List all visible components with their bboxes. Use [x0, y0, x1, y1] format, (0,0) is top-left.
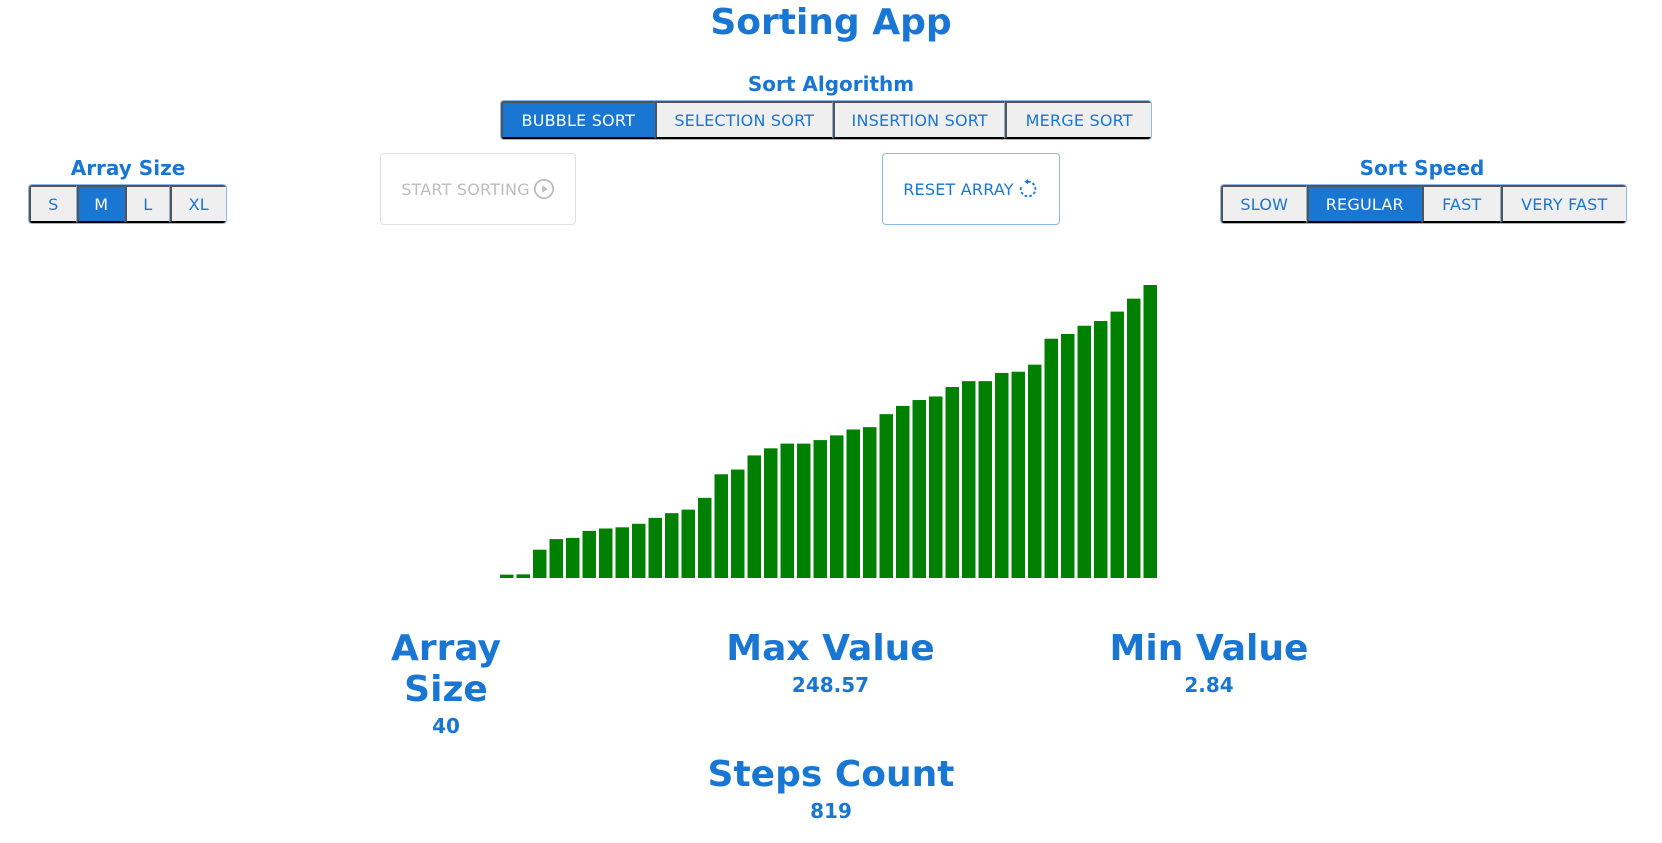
array-bar [747, 455, 761, 578]
array-bar [1011, 371, 1025, 578]
stat-array-size-value: 40 [432, 714, 460, 738]
array-bar [714, 474, 728, 578]
stat-array-size: Array Size 40 [346, 628, 546, 738]
array-bar [1061, 334, 1075, 578]
stat-max-value-value: 248.57 [791, 673, 870, 697]
speed-slow-button[interactable]: SLOW [1221, 185, 1307, 223]
array-bar [846, 429, 860, 578]
array-bar [1094, 321, 1108, 578]
stat-max-value-label: Max Value [726, 628, 935, 669]
array-bar [797, 443, 811, 578]
array-bar [945, 387, 959, 578]
size-xl-button[interactable]: XL [169, 185, 226, 223]
array-bar [780, 443, 794, 578]
array-bar [863, 427, 877, 578]
array-bar [615, 527, 629, 578]
array-bar [764, 448, 778, 578]
array-bar [681, 509, 695, 578]
stat-min-value: Min Value 2.84 [1099, 628, 1319, 697]
speed-very-fast-button[interactable]: VERY FAST [1500, 185, 1626, 223]
array-bar [566, 537, 580, 578]
stat-steps-count-label: Steps Count [707, 754, 955, 795]
bubble-sort-button[interactable]: BUBBLE SORT [501, 101, 655, 139]
stat-max-value: Max Value 248.57 [718, 628, 943, 697]
app-title: Sorting App [710, 2, 952, 43]
array-bar [962, 381, 976, 578]
play-circle-icon [533, 178, 554, 200]
array-bar [1143, 285, 1157, 578]
selection-sort-button[interactable]: SELECTION SORT [654, 101, 833, 139]
array-bar [1028, 364, 1042, 578]
start-sorting-label: START SORTING [401, 179, 530, 199]
sort-algorithm-label: Sort Algorithm [747, 72, 915, 96]
array-bar [549, 539, 563, 578]
array-bar [1044, 338, 1058, 578]
array-size-button-group: S M L XL [28, 184, 227, 224]
array-bar [995, 372, 1009, 578]
start-sorting-button[interactable]: START SORTING [380, 153, 576, 225]
array-bar [582, 530, 596, 578]
stat-min-value-value: 2.84 [1184, 673, 1234, 697]
array-bar [632, 523, 646, 578]
array-bar [912, 400, 926, 578]
stat-min-value-label: Min Value [1109, 628, 1309, 669]
array-bar [896, 405, 910, 578]
algorithm-button-group: BUBBLE SORT SELECTION SORT INSERTION SOR… [500, 100, 1152, 140]
array-bar-chart [500, 285, 1157, 578]
array-bar [1077, 325, 1091, 578]
size-s-button[interactable]: S [29, 185, 77, 223]
array-bar [879, 414, 893, 578]
stat-array-size-label: Array Size [390, 628, 502, 710]
array-bar [533, 549, 547, 578]
refresh-icon [1019, 178, 1037, 198]
sort-speed-label: Sort Speed [1359, 156, 1485, 180]
size-l-button[interactable]: L [125, 185, 170, 223]
reset-array-button[interactable]: RESET ARRAY [882, 153, 1060, 225]
array-bar [500, 574, 514, 578]
array-bar [978, 381, 992, 578]
speed-fast-button[interactable]: FAST [1422, 185, 1501, 223]
reset-array-label: RESET ARRAY [903, 179, 1014, 199]
sort-speed-button-group: SLOW REGULAR FAST VERY FAST [1220, 184, 1627, 224]
array-bar [698, 497, 712, 578]
insertion-sort-button[interactable]: INSERTION SORT [832, 101, 1006, 139]
array-bar [665, 513, 679, 578]
array-bar [929, 396, 943, 578]
array-bar [1127, 298, 1141, 578]
merge-sort-button[interactable]: MERGE SORT [1005, 101, 1151, 139]
stat-steps-count: Steps Count 819 [706, 754, 956, 823]
array-bar [830, 435, 844, 578]
size-m-button[interactable]: M [76, 185, 126, 223]
array-bar [731, 469, 745, 578]
array-bar [1110, 311, 1124, 578]
array-bar [516, 574, 530, 578]
array-bar [813, 440, 827, 578]
array-size-label: Array Size [70, 156, 186, 180]
array-bar [599, 528, 613, 578]
speed-regular-button[interactable]: REGULAR [1306, 185, 1422, 223]
stat-steps-count-value: 819 [810, 799, 852, 823]
array-bar [648, 517, 662, 578]
